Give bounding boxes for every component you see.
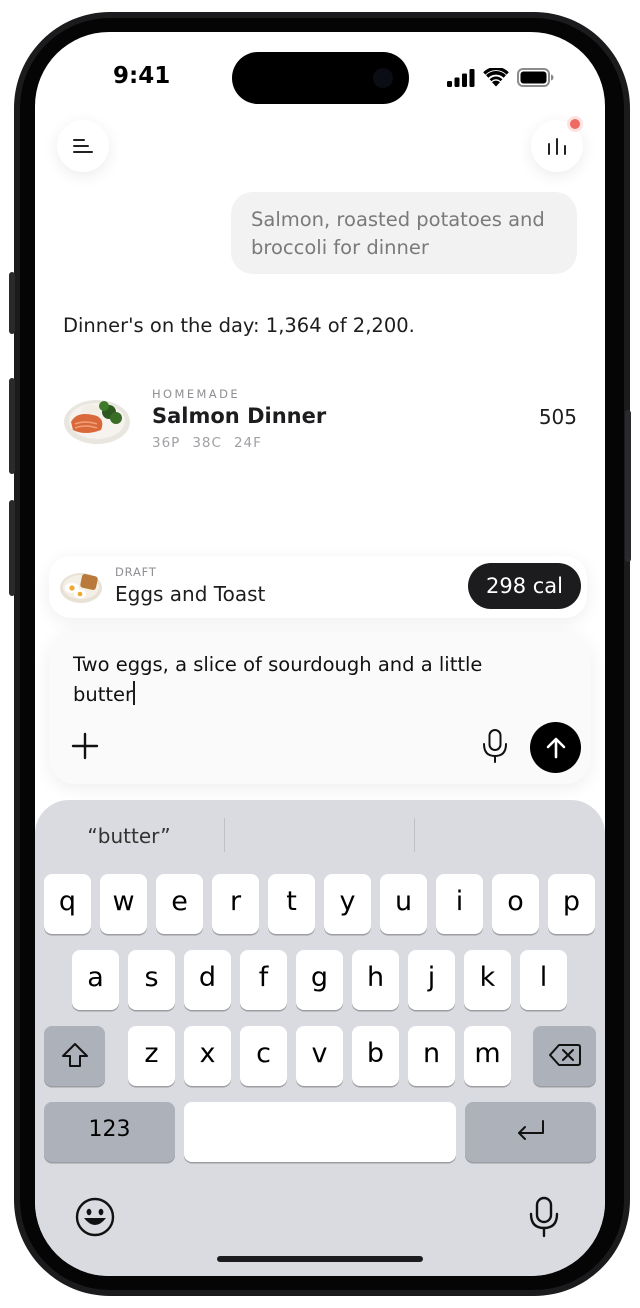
menu-icon <box>73 139 93 153</box>
key-w[interactable]: w <box>100 874 147 934</box>
key-t[interactable]: t <box>268 874 315 934</box>
key-j[interactable]: j <box>408 950 455 1010</box>
eggs-toast-image <box>60 573 102 603</box>
wifi-icon <box>483 68 509 87</box>
message-composer[interactable]: Two eggs, a slice of sourdough and a lit… <box>49 632 591 784</box>
suggestion-2[interactable] <box>230 816 410 856</box>
key-l[interactable]: l <box>520 950 567 1010</box>
key-d[interactable]: d <box>184 950 231 1010</box>
power-button <box>625 410 631 562</box>
volume-down-button <box>9 500 15 596</box>
key-k[interactable]: k <box>464 950 511 1010</box>
return-icon <box>517 1120 544 1140</box>
suggestion-separator <box>224 818 225 852</box>
key-v[interactable]: v <box>296 1026 343 1086</box>
space-key[interactable] <box>184 1102 456 1162</box>
key-i[interactable]: i <box>436 874 483 934</box>
text-caret <box>133 681 136 705</box>
key-q[interactable]: q <box>44 874 91 934</box>
macro-fat: 24F <box>233 435 262 451</box>
key-s[interactable]: s <box>128 950 175 1010</box>
user-message-bubble: Salmon, roasted potatoes and broccoli fo… <box>231 192 577 274</box>
return-key[interactable] <box>465 1102 596 1162</box>
food-macros: 36P 38C 24F <box>152 435 262 451</box>
key-r[interactable]: r <box>212 874 259 934</box>
screen: 9:41 Salmon, roasted potatoes and brocco… <box>35 32 605 1276</box>
home-indicator[interactable] <box>217 1256 423 1262</box>
menu-button[interactable] <box>57 120 109 172</box>
emoji-icon[interactable] <box>74 1196 116 1238</box>
draft-card[interactable]: DRAFT Eggs and Toast 298 cal <box>49 556 587 618</box>
key-p[interactable]: p <box>548 874 595 934</box>
food-source-label: HOMEMADE <box>152 387 240 401</box>
key-y[interactable]: y <box>324 874 371 934</box>
shift-key[interactable] <box>44 1026 105 1086</box>
status-time: 9:41 <box>113 63 171 89</box>
dynamic-island <box>232 52 409 104</box>
bar-chart-icon <box>548 138 566 155</box>
key-x[interactable]: x <box>184 1026 231 1086</box>
shift-icon <box>61 1043 88 1067</box>
suggestion-3[interactable] <box>421 816 601 856</box>
key-u[interactable]: u <box>380 874 427 934</box>
volume-up-button <box>9 378 15 474</box>
key-o[interactable]: o <box>492 874 539 934</box>
status-icons <box>447 68 555 87</box>
key-z[interactable]: z <box>128 1026 175 1086</box>
macro-carbs: 38C <box>192 435 222 451</box>
microphone-icon[interactable] <box>480 728 510 764</box>
food-name[interactable]: Salmon Dinner <box>152 404 326 428</box>
key-g[interactable]: g <box>296 950 343 1010</box>
key-f[interactable]: f <box>240 950 287 1010</box>
message-input[interactable]: Two eggs, a slice of sourdough and a lit… <box>73 650 543 710</box>
send-arrow-icon <box>546 737 565 758</box>
key-a[interactable]: a <box>72 950 119 1010</box>
send-button[interactable] <box>530 722 581 773</box>
suggestion-1[interactable]: “butter” <box>39 816 219 856</box>
notification-dot <box>567 116 583 132</box>
plus-icon[interactable] <box>69 730 101 762</box>
stats-button[interactable] <box>531 116 583 172</box>
draft-name: Eggs and Toast <box>115 582 266 606</box>
food-calories: 505 <box>538 405 577 429</box>
delete-key[interactable] <box>533 1026 596 1086</box>
backspace-icon <box>548 1044 581 1066</box>
key-h[interactable]: h <box>352 950 399 1010</box>
draft-calories-pill[interactable]: 298 cal <box>467 563 581 609</box>
numbers-key[interactable]: 123 <box>44 1102 175 1162</box>
battery-icon <box>517 68 554 87</box>
key-n[interactable]: n <box>408 1026 455 1086</box>
daily-summary-text: Dinner's on the day: 1,364 of 2,200. <box>63 314 415 337</box>
key-c[interactable]: c <box>240 1026 287 1086</box>
suggestion-separator <box>414 818 415 852</box>
cellular-signal-icon <box>447 68 475 87</box>
draft-label: DRAFT <box>115 565 157 579</box>
keyboard: “butter” q w e r t y u i o p a s d f g h… <box>35 800 605 1276</box>
key-b[interactable]: b <box>352 1026 399 1086</box>
salmon-plate-image <box>64 400 130 444</box>
action-button <box>9 272 15 334</box>
macro-protein: 36P <box>152 435 181 451</box>
front-camera <box>373 68 393 88</box>
dictation-icon[interactable] <box>529 1196 559 1238</box>
key-e[interactable]: e <box>156 874 203 934</box>
key-m[interactable]: m <box>464 1026 511 1086</box>
